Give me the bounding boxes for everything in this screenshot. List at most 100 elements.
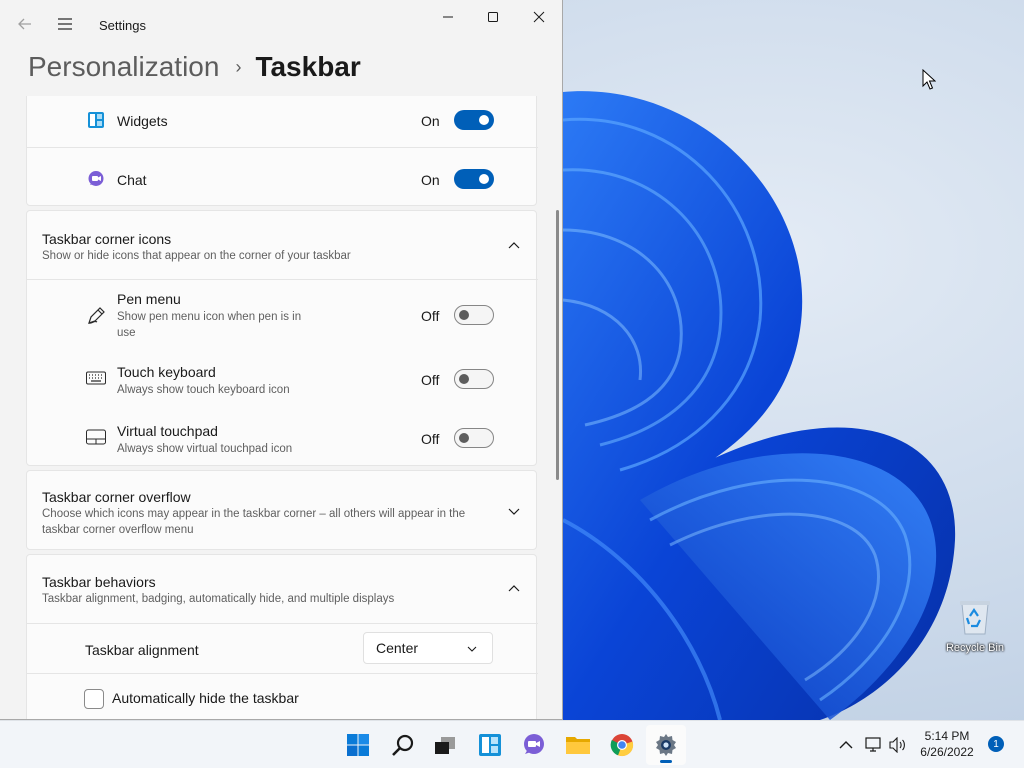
pen-menu-toggle[interactable] <box>454 305 494 325</box>
taskbar-alignment-label: Taskbar alignment <box>85 642 199 658</box>
task-view-button[interactable] <box>425 725 465 765</box>
corner-overflow-card[interactable]: Taskbar corner overflow Choose which ico… <box>26 470 537 550</box>
corner-overflow-description-line2: taskbar corner overflow menu <box>42 524 194 536</box>
widgets-toggle[interactable] <box>454 110 494 130</box>
chevron-down-icon <box>467 646 477 652</box>
vertical-scrollbar[interactable] <box>556 210 559 480</box>
chevron-down-icon <box>508 508 520 515</box>
navigation-menu-button[interactable] <box>52 11 78 37</box>
touchpad-icon <box>85 426 107 448</box>
title-bar: Settings <box>0 0 562 48</box>
chat-state-label: On <box>421 172 440 188</box>
search-button[interactable] <box>383 725 423 765</box>
widgets-state-label: On <box>421 113 440 129</box>
pen-menu-description-line2: use <box>117 327 136 339</box>
behaviors-header[interactable]: Taskbar behaviors Taskbar alignment, bad… <box>27 555 538 623</box>
notification-badge[interactable]: 1 <box>988 736 1004 752</box>
behaviors-title: Taskbar behaviors <box>42 574 156 590</box>
taskbar-alignment-value: Center <box>376 640 419 656</box>
touch-keyboard-label: Touch keyboard <box>117 364 216 380</box>
chrome-button[interactable] <box>602 725 642 765</box>
corner-icons-title: Taskbar corner icons <box>42 231 172 247</box>
chat-icon <box>524 734 544 754</box>
pen-icon <box>85 305 107 327</box>
chevron-up-icon <box>839 741 853 749</box>
virtual-touchpad-toggle[interactable] <box>454 428 494 448</box>
virtual-touchpad-state-label: Off <box>421 431 440 447</box>
chat-taskbar-button[interactable] <box>514 725 554 765</box>
chat-toggle[interactable] <box>454 169 494 189</box>
settings-taskbar-button[interactable] <box>646 725 686 765</box>
active-app-indicator <box>660 760 672 763</box>
settings-content: Widgets On Chat On Taskbar corner icons … <box>26 96 538 719</box>
network-button[interactable] <box>862 733 884 757</box>
maximize-icon <box>488 12 498 22</box>
minimize-button[interactable] <box>425 0 471 34</box>
touch-keyboard-toggle[interactable] <box>454 369 494 389</box>
close-button[interactable] <box>516 0 562 34</box>
minimize-icon <box>443 16 453 18</box>
taskbar-alignment-dropdown[interactable]: Center <box>363 632 493 664</box>
hamburger-icon <box>58 18 72 30</box>
chat-label: Chat <box>117 172 147 188</box>
start-icon <box>347 734 369 756</box>
corner-icons-description: Show or hide icons that appear on the co… <box>42 250 351 262</box>
settings-window: Settings Personalization › Taskbar Widge… <box>0 0 563 720</box>
keyboard-icon <box>85 367 107 389</box>
divider <box>27 623 538 624</box>
start-button[interactable] <box>338 725 378 765</box>
divider <box>27 147 538 148</box>
back-arrow-icon <box>18 18 31 30</box>
pen-menu-description-line1: Show pen menu icon when pen is in <box>117 311 302 323</box>
widgets-label: Widgets <box>117 113 168 129</box>
widgets-icon <box>85 109 107 131</box>
corner-icons-header[interactable]: Taskbar corner icons Show or hide icons … <box>27 211 538 279</box>
autohide-checkbox[interactable] <box>84 689 104 709</box>
maximize-button[interactable] <box>470 0 516 34</box>
close-icon <box>533 11 545 23</box>
behaviors-description: Taskbar alignment, badging, automaticall… <box>42 593 395 605</box>
pen-menu-label: Pen menu <box>117 291 181 307</box>
chrome-icon <box>610 734 634 757</box>
recycle-bin-label: Recycle Bin <box>945 642 1005 654</box>
breadcrumb-parent-link[interactable]: Personalization <box>28 51 219 83</box>
virtual-touchpad-description: Always show virtual touchpad icon <box>117 443 293 455</box>
touch-keyboard-description: Always show touch keyboard icon <box>117 384 290 396</box>
taskbar-items-card: Widgets On Chat On <box>26 96 538 206</box>
window-title: Settings <box>99 18 146 33</box>
clock-date: 6/26/2022 <box>920 745 974 759</box>
volume-icon <box>889 737 905 753</box>
recycle-bin[interactable]: Recycle Bin <box>944 598 1006 654</box>
settings-icon <box>656 734 676 756</box>
breadcrumb: Personalization › Taskbar <box>28 48 361 86</box>
page-title: Taskbar <box>255 51 361 82</box>
clock-time: 5:14 PM <box>924 729 970 743</box>
corner-overflow-description-line1: Choose which icons may appear in the tas… <box>42 508 466 520</box>
recycle-bin-icon <box>958 598 992 636</box>
chevron-up-icon <box>508 585 520 592</box>
autohide-label: Automatically hide the taskbar <box>112 690 299 706</box>
file-explorer-button[interactable] <box>558 725 598 765</box>
show-hidden-icons-button[interactable] <box>836 733 856 757</box>
back-button[interactable] <box>12 11 38 37</box>
system-taskbar <box>0 720 1024 768</box>
widgets-taskbar-button[interactable] <box>470 725 510 765</box>
mouse-cursor <box>922 69 936 90</box>
network-icon <box>865 737 881 752</box>
volume-button[interactable] <box>887 733 909 757</box>
breadcrumb-separator: › <box>235 56 242 77</box>
task-view-icon <box>435 737 455 754</box>
chevron-up-icon <box>508 242 520 249</box>
search-icon <box>392 734 414 756</box>
file-explorer-icon <box>566 737 590 754</box>
pen-menu-state-label: Off <box>421 308 440 324</box>
widgets-icon <box>479 734 501 756</box>
chat-icon <box>85 168 107 190</box>
touch-keyboard-state-label: Off <box>421 372 440 388</box>
divider <box>27 279 538 280</box>
corner-overflow-title: Taskbar corner overflow <box>42 489 191 505</box>
divider <box>27 673 538 674</box>
corner-icons-card: Taskbar corner icons Show or hide icons … <box>26 210 538 466</box>
virtual-touchpad-label: Virtual touchpad <box>117 423 218 439</box>
clock[interactable]: 5:14 PM 6/26/2022 <box>912 728 982 760</box>
